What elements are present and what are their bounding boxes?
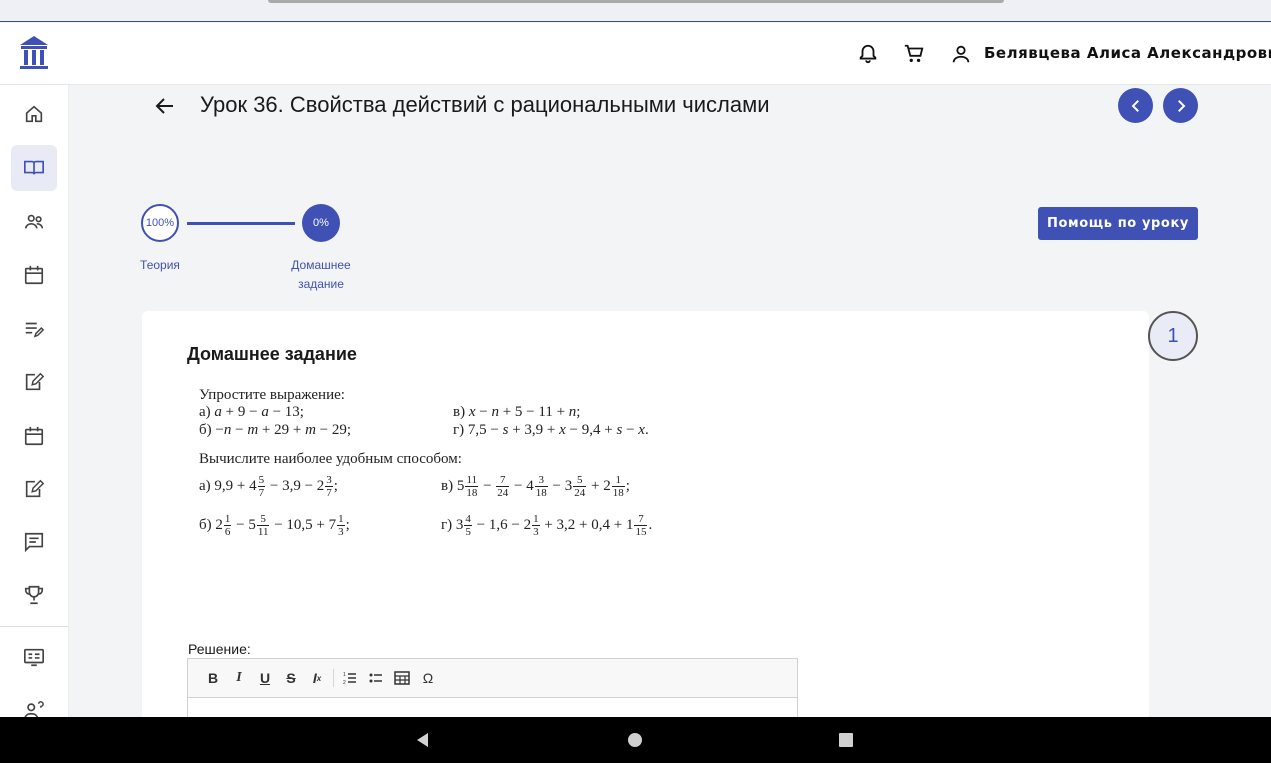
numbered-list-button[interactable]: 12 [337,665,363,691]
sidebar-item-calendar[interactable] [11,413,57,459]
system-nav-bar [0,717,1271,763]
lessons-icon [24,160,44,175]
trophy-icon [24,585,44,605]
calc-item-b: б) 216 − 5 5 11 − 10,5 + 7 1 3; [199,513,350,538]
simplify-item-a: а) a + 9 − a − 13; [199,404,304,420]
calc-item-g: г) 345 − 1,6 − 213 + 3,2 + 0,4 + 1 7 15. [441,513,653,538]
editor-toolbar: B I U S Ix 12 Ω [188,659,797,698]
chat-icon [24,532,44,553]
numbered-list-icon: 12 [343,672,356,685]
back-arrow-icon[interactable] [153,94,177,118]
chevron-left-icon [1131,99,1139,112]
sidebar-item-home[interactable] [11,91,57,137]
simplify-item-b: б) −n − m + 29 + m − 29; [199,422,352,438]
solution-label: Решение: [188,641,251,657]
chevron-right-icon [1177,99,1185,112]
sidebar-item-schedule[interactable] [11,252,57,298]
logo-icon[interactable] [17,34,51,70]
status-bar [0,0,1271,22]
window-handle[interactable] [268,0,1004,3]
underline-button[interactable]: U [252,665,278,691]
sidebar [0,85,69,720]
sidebar-item-people[interactable] [11,199,57,245]
svg-text:2: 2 [343,680,346,685]
table-button[interactable] [389,665,415,691]
user-icon[interactable] [950,43,972,65]
simplify-heading: Упростите выражение: [199,387,345,403]
sidebar-item-messages[interactable] [11,519,57,565]
simplify-item-v: в) x − n + 5 − 11 + n; [453,404,581,420]
lesson-title: Урок 36. Свойства действий с рациональны… [200,92,770,117]
calc-heading: Вычислите наиболее удобным способом: [199,451,462,467]
nav-home-icon[interactable] [626,731,644,749]
step-label-homework[interactable]: Домашнее задание [286,256,356,294]
prev-lesson-button[interactable] [1118,88,1153,123]
step-homework[interactable]: 0% [302,204,340,242]
step-label-theory[interactable]: Теория [130,256,190,275]
edit-icon [25,479,45,498]
lesson-help-button[interactable]: Помощь по уроку [1038,207,1198,240]
simplify-item-g: г) 7,5 − s + 3,9 + x − 9,4 + s − x. [453,422,649,438]
bullet-list-button[interactable] [363,665,389,691]
edit-icon [25,372,45,391]
task-number-badge[interactable]: 1 [1148,311,1198,361]
cart-icon[interactable] [903,43,925,65]
sidebar-item-achievements[interactable] [11,572,57,618]
board-icon [24,648,44,667]
calc-item-v: в) 5 11 18 − 7 24 − 4 3 18 − 3 5 24 + 2 1 18; [441,474,630,499]
table-icon [394,671,410,685]
nav-back-icon[interactable] [414,731,432,749]
bell-icon[interactable] [857,43,879,65]
sidebar-item-tasks[interactable] [11,306,57,352]
home-icon [25,105,43,123]
calendar-icon [24,426,44,446]
sidebar-item-board[interactable] [11,634,57,680]
calendar-icon [24,265,44,285]
sidebar-divider [0,626,69,627]
people-icon [24,214,44,229]
italic-button[interactable]: I [226,665,252,691]
stepper-line [187,222,295,225]
sidebar-item-lessons[interactable] [11,145,57,191]
nav-recents-icon[interactable] [837,731,855,749]
bold-button[interactable]: B [200,665,226,691]
toolbar-separator [333,669,334,687]
step-theory[interactable]: 100% [141,204,179,242]
bullet-list-icon [369,673,382,683]
user-name[interactable]: Белявцева Алиса Александровна [984,44,1271,62]
tasks-icon [25,322,45,338]
strikethrough-button[interactable]: S [278,665,304,691]
svg-text:1: 1 [343,672,346,678]
next-lesson-button[interactable] [1163,88,1198,123]
sidebar-item-tests[interactable] [11,466,57,512]
special-char-button[interactable]: Ω [415,665,441,691]
clear-format-button[interactable]: Ix [304,665,330,691]
app-header: Белявцева Алиса Александровна [0,23,1271,85]
calc-item-a: а) 9,9 + 457 − 3,9 − 2 3 7; [199,474,338,499]
sidebar-item-homework[interactable] [11,359,57,405]
task-title: Домашнее задание [187,344,357,364]
